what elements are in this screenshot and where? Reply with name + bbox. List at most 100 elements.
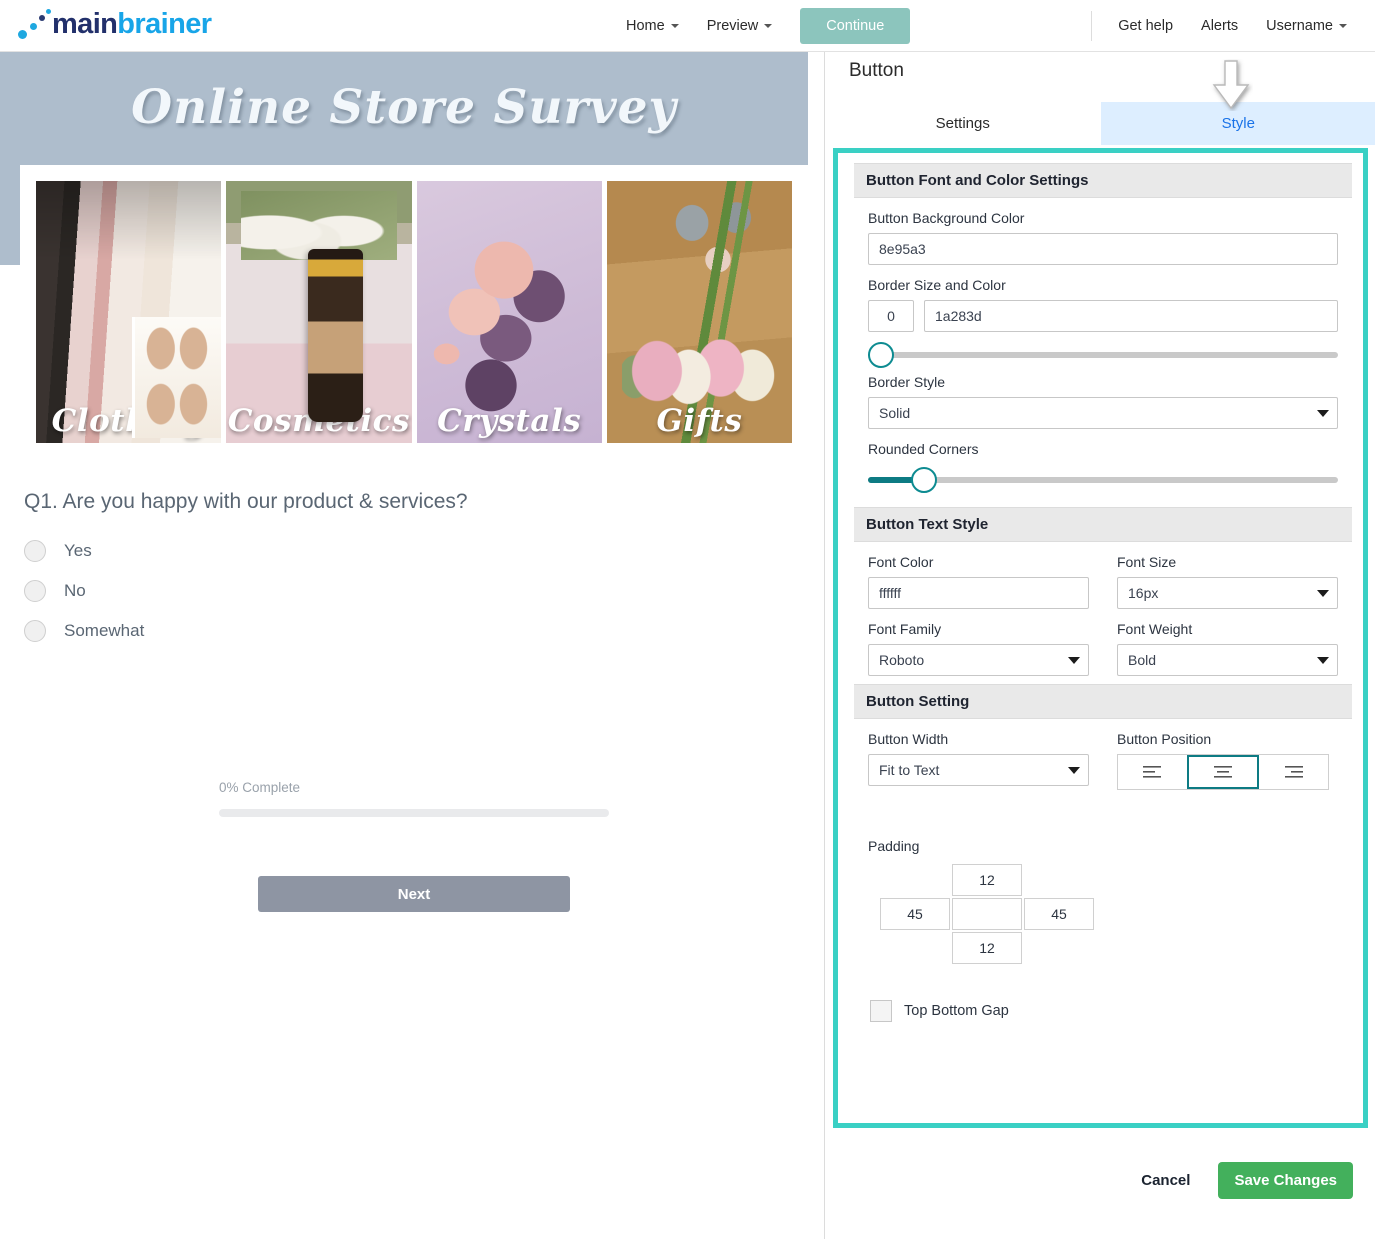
top-navigation-bar: mainbrainer Home Preview Continue Get he… [0, 0, 1375, 52]
padding-right-input[interactable]: 45 [1024, 898, 1094, 930]
align-right-icon [1284, 765, 1304, 779]
logo-text: mainbrainer [52, 8, 211, 40]
section-body-font-color: Button Background Color Border Size and … [854, 198, 1352, 507]
nav-right-group: Get help Alerts Username [1091, 0, 1361, 52]
category-tile-label: Cosmetics [226, 403, 411, 439]
category-tile-label: Crystals [417, 403, 602, 439]
option-row-somewhat[interactable]: Somewhat [24, 620, 784, 642]
mainbrainer-logo[interactable]: mainbrainer [18, 8, 211, 40]
option-row-no[interactable]: No [24, 580, 784, 602]
font-family-select[interactable]: Roboto [868, 644, 1089, 676]
panel-title: Button [849, 60, 904, 82]
button-width-select[interactable]: Fit to Text [868, 754, 1089, 786]
nav-item-preview-label: Preview [707, 18, 759, 34]
label-border-size-color: Border Size and Color [868, 277, 1338, 293]
nav-item-username-label: Username [1266, 18, 1333, 34]
label-button-position: Button Position [1117, 731, 1338, 747]
nav-item-home-label: Home [626, 18, 665, 34]
section-heading-button-setting: Button Setting [854, 684, 1352, 719]
nav-item-username[interactable]: Username [1252, 10, 1361, 42]
padding-center-cell [952, 898, 1022, 930]
align-center-button[interactable] [1187, 755, 1260, 789]
chevron-down-icon [764, 24, 772, 28]
question-block: Q1. Are you happy with our product & ser… [24, 490, 784, 660]
font-weight-select[interactable]: Bold [1117, 644, 1338, 676]
logo-dots-icon [18, 8, 52, 40]
label-font-size: Font Size [1117, 554, 1338, 570]
section-heading-font-color: Button Font and Color Settings [854, 163, 1352, 198]
rounded-corners-slider[interactable] [868, 467, 1338, 493]
top-bottom-gap-row[interactable]: Top Bottom Gap [870, 1000, 1338, 1022]
label-button-width: Button Width [868, 731, 1089, 747]
continue-button[interactable]: Continue [800, 8, 910, 44]
survey-preview-area: Online Store Survey Clothing Cosmetics C… [0, 52, 824, 1239]
border-size-slider[interactable] [868, 342, 1338, 368]
option-label: Yes [64, 541, 92, 561]
progress-label: 0% Complete [219, 780, 609, 795]
align-left-button[interactable] [1118, 755, 1187, 789]
chevron-down-icon [1339, 24, 1347, 28]
progress-bar [219, 809, 609, 817]
nav-divider [1091, 11, 1092, 41]
background-color-input[interactable] [868, 233, 1338, 265]
padding-left-input[interactable]: 45 [880, 898, 950, 930]
label-border-style: Border Style [868, 374, 1338, 390]
padding-control-grid: 12 45 45 12 [880, 864, 1338, 964]
button-position-group [1117, 754, 1329, 790]
nav-item-home[interactable]: Home [612, 10, 693, 42]
option-row-yes[interactable]: Yes [24, 540, 784, 562]
style-settings-highlight: Button Font and Color Settings Button Ba… [833, 148, 1368, 1128]
align-right-button[interactable] [1259, 755, 1328, 789]
progress-section: 0% Complete [219, 780, 609, 817]
label-font-color: Font Color [868, 554, 1089, 570]
font-color-input[interactable] [868, 577, 1089, 609]
border-color-input[interactable] [924, 300, 1338, 332]
font-size-select[interactable]: 16px [1117, 577, 1338, 609]
border-slider-track [868, 352, 1338, 358]
label-padding: Padding [868, 838, 1338, 854]
category-tile-label: Clothing [36, 403, 221, 439]
logo-text-brainer: brainer [117, 8, 211, 40]
section-body-text-style: Font Color Font Size 16px [854, 542, 1352, 684]
button-style-panel: Button Settings Style Button Font and Co… [824, 52, 1375, 1239]
label-font-family: Font Family [868, 621, 1089, 637]
rounded-slider-knob[interactable] [911, 467, 937, 493]
category-tile-crystals[interactable]: Crystals [417, 181, 602, 443]
radio-icon[interactable] [24, 620, 46, 642]
category-image-gallery: Clothing Cosmetics Crystals Gifts [20, 165, 808, 459]
border-style-select[interactable]: Solid [868, 397, 1338, 429]
nav-item-preview[interactable]: Preview [693, 10, 787, 42]
option-label: No [64, 581, 86, 601]
next-button[interactable]: Next [258, 876, 570, 912]
nav-item-alerts[interactable]: Alerts [1187, 10, 1252, 42]
align-center-icon [1213, 765, 1233, 779]
nav-item-get-help[interactable]: Get help [1104, 10, 1187, 42]
rounded-slider-track [868, 477, 1338, 483]
border-slider-knob[interactable] [868, 342, 894, 368]
label-font-weight: Font Weight [1117, 621, 1338, 637]
top-bottom-gap-checkbox[interactable] [870, 1000, 892, 1022]
radio-icon[interactable] [24, 540, 46, 562]
section-heading-text-style: Button Text Style [854, 507, 1352, 542]
top-bottom-gap-label: Top Bottom Gap [904, 1003, 1009, 1019]
padding-bottom-input[interactable]: 12 [952, 932, 1022, 964]
padding-top-input[interactable]: 12 [952, 864, 1022, 896]
label-background-color: Button Background Color [868, 210, 1338, 226]
style-settings-content: Button Font and Color Settings Button Ba… [854, 163, 1352, 1030]
category-tile-cosmetics[interactable]: Cosmetics [226, 181, 411, 443]
save-changes-button[interactable]: Save Changes [1218, 1162, 1353, 1199]
radio-icon[interactable] [24, 580, 46, 602]
category-tile-clothing[interactable]: Clothing [36, 181, 221, 443]
survey-title: Online Store Survey [0, 80, 808, 135]
annotation-arrow-icon [1209, 59, 1253, 111]
category-tile-gifts[interactable]: Gifts [607, 181, 792, 443]
panel-tabs: Settings Style [825, 102, 1375, 145]
question-text: Q1. Are you happy with our product & ser… [24, 490, 784, 514]
tab-settings[interactable]: Settings [825, 102, 1101, 145]
cancel-button[interactable]: Cancel [1135, 1171, 1196, 1190]
border-size-input[interactable] [868, 300, 914, 332]
chevron-down-icon [671, 24, 679, 28]
section-body-button-setting: Button Width Fit to Text Button Position [854, 719, 1352, 1030]
align-left-icon [1142, 765, 1162, 779]
logo-text-main: main [52, 8, 117, 40]
